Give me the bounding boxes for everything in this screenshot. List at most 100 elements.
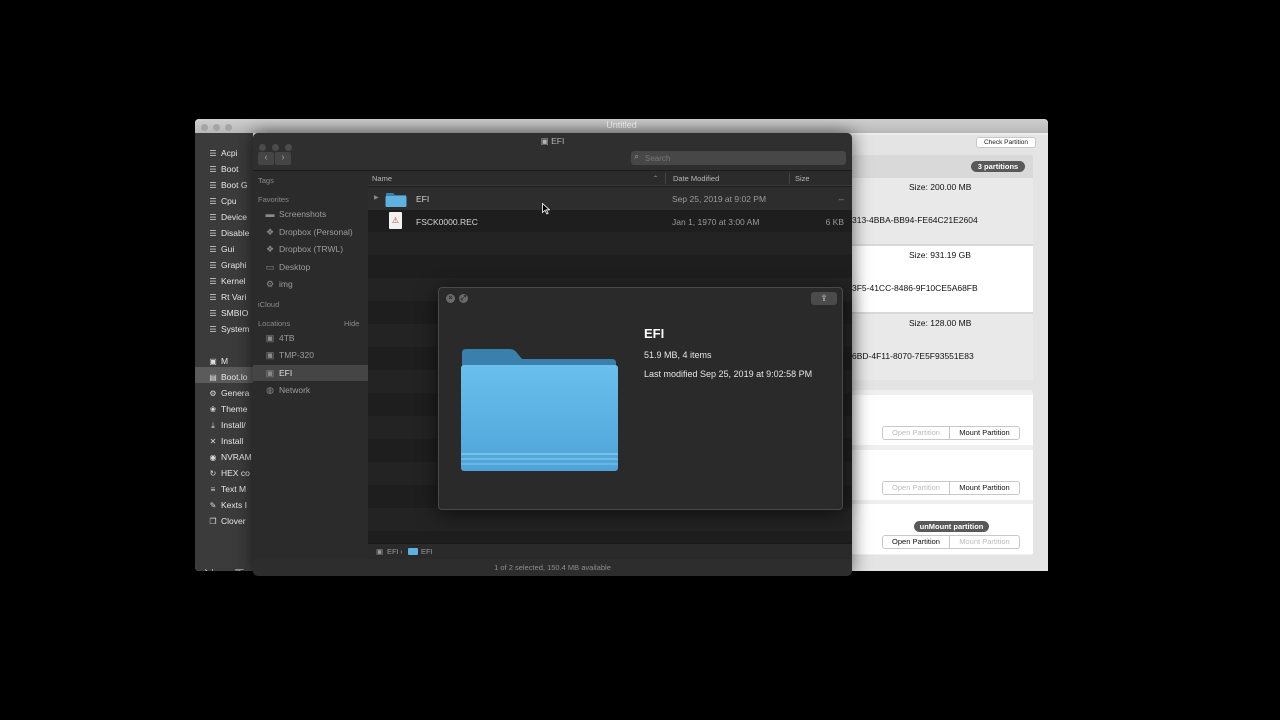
share-button[interactable]: ⇪ [811, 292, 837, 305]
sidebar-item-4tb[interactable]: ▣ 4TB [264, 333, 295, 344]
disk-icon: ▣ [376, 547, 384, 556]
search-input[interactable] [645, 152, 840, 164]
partition-guid: 3F5-41CC-8486-9F10CE5A68FB [852, 283, 978, 293]
sidebar-item-img[interactable]: ⚙ img [264, 279, 293, 290]
sidebar-item-tmp-320[interactable]: ▣ TMP-320 [264, 350, 314, 361]
copy-icon: ❐ [209, 517, 217, 526]
list-icon: ☰ [209, 261, 217, 270]
tools-icon: ✕ [209, 437, 217, 446]
chevron-right-icon: › [281, 152, 285, 163]
date-column-header[interactable]: Date Modified [673, 174, 719, 183]
sidebar-item-efi[interactable]: ▣ EFI [264, 368, 293, 379]
clover-sidebar-label: NVRAM [221, 452, 252, 462]
mount-partition-button[interactable]: Mount Partition [949, 535, 1020, 549]
finder-title-text: EFI [551, 136, 565, 146]
file-date: Sep 25, 2019 at 9:02 PM [672, 194, 767, 204]
column-header: Name ⌃ Date Modified Size [368, 171, 852, 186]
disk-icon: ▣ [209, 357, 217, 366]
finder-title: ▣ EFI [253, 136, 852, 147]
sidebar-item-dropbox-trwl[interactable]: ❖ Dropbox (TRWL) [264, 244, 343, 255]
open-partition-button[interactable]: Open Partition [882, 481, 950, 495]
doc-icon: ▤ [209, 373, 217, 382]
back-button[interactable]: ‹ [258, 152, 274, 165]
name-column-header[interactable]: Name [372, 174, 392, 183]
locations-header: Locations [258, 319, 291, 328]
list-icon: ☰ [209, 181, 217, 190]
mount-row: Open Partition Mount Partition [852, 395, 1033, 445]
clover-sidebar-label: Acpi [221, 148, 238, 158]
size-column-header[interactable]: Size [795, 174, 810, 183]
list-icon: ☰ [209, 197, 217, 206]
list-icon: ☰ [209, 229, 217, 238]
clover-sidebar-label: SMBIO [221, 308, 249, 318]
tags-header[interactable]: Tags [258, 176, 274, 185]
list-icon: ☰ [209, 325, 217, 334]
column-divider[interactable] [789, 173, 790, 184]
open-partition-button[interactable]: Open Partition [882, 535, 950, 549]
sidebar-item-network[interactable]: ◍ Network [264, 385, 310, 396]
disclosure-triangle-icon[interactable]: ▶ [374, 194, 379, 201]
open-partition-button[interactable]: Open Partition [882, 426, 950, 440]
hide-locations-link[interactable]: Hide [344, 319, 359, 328]
clover-sidebar-label: Boot.lo [221, 372, 248, 382]
partition-size: Size: 128.00 MB [909, 318, 972, 328]
chip-icon: ◉ [209, 453, 217, 462]
list-icon: ☰ [209, 309, 217, 318]
clover-sidebar-label: Genera [221, 388, 250, 398]
clover-sidebar-label: Gui [221, 244, 235, 254]
sidebar-item-dropbox-personal[interactable]: ❖ Dropbox (Personal) [264, 227, 353, 238]
clover-sidebar: ☰ Acpi ☰ Boot ☰ Boot G ☰ Cpu ☰ Device ☰ Disable ☰ Gui… [195, 133, 253, 571]
clover-sidebar-label: Rt Vari [221, 292, 247, 302]
palette-icon: ❀ [209, 405, 217, 414]
import-icon[interactable]: ⇲ [204, 567, 213, 571]
sidebar-item-label: Screenshots [279, 209, 327, 219]
clover-sidebar-label: Install/ [221, 420, 246, 430]
partition-row[interactable]: Size: 200.00 MB 313-4BBA-BB94-FE64C21E260… [852, 178, 1033, 244]
status-bar: 1 of 2 selected, 150.4 MB available [253, 559, 852, 576]
partition-row[interactable]: Size: 931.19 GB 3F5-41CC-8486-9F10CE5A68F… [852, 246, 1033, 312]
partition-size: Size: 200.00 MB [909, 182, 972, 192]
forward-button[interactable]: › [275, 152, 291, 165]
list-icon: ☰ [209, 293, 217, 302]
search-field[interactable]: ⌕ [631, 151, 846, 165]
dropbox-icon: ❖ [265, 226, 275, 237]
column-divider[interactable] [665, 173, 666, 184]
sidebar-item-desktop[interactable]: ▭ Desktop [264, 262, 310, 273]
dropbox-icon: ❖ [265, 244, 275, 254]
file-date: Jan 1, 1970 at 3:00 AM [672, 217, 760, 227]
fullscreen-icon[interactable]: ⤢ [459, 294, 468, 303]
folder-icon: ▬ [265, 209, 275, 219]
unmount-partition-badge[interactable]: unMount partition [914, 521, 989, 532]
minimize-dot[interactable] [213, 124, 220, 131]
path-separator: › [400, 547, 403, 556]
export-icon[interactable]: ⇱ [235, 567, 244, 571]
close-icon[interactable]: × [446, 294, 455, 303]
file-name: FSCK0000.REC [416, 217, 478, 227]
close-dot[interactable] [201, 124, 208, 131]
sidebar-item-label: Dropbox (TRWL) [279, 244, 344, 254]
clover-sidebar-label: Text M [221, 484, 247, 494]
disk-icon: ▣ [540, 136, 549, 146]
text-icon: ≡ [210, 485, 216, 494]
mount-row: Open Partition Mount Partition [852, 450, 1033, 500]
sidebar-item-label: Dropbox (Personal) [279, 226, 353, 237]
wrench-icon: ✎ [209, 501, 217, 510]
clover-sidebar-label: Device [221, 212, 247, 222]
disk-icon: ▣ [265, 333, 275, 343]
mount-partition-button[interactable]: Mount Partition [949, 426, 1020, 440]
check-partition-button[interactable]: Check Partition [976, 137, 1036, 148]
path-item-folder[interactable]: EFI [421, 547, 433, 556]
quicklook-title: EFI [644, 326, 665, 341]
table-row[interactable]: ▶ EFI Sep 25, 2019 at 9:02 PM -- [368, 187, 852, 210]
sort-up-icon: ⌃ [653, 176, 659, 182]
table-row[interactable]: ⚠ FSCK0000.REC Jan 1, 1970 at 3:00 AM 6 KB [368, 210, 852, 233]
file-size: -- [838, 194, 844, 204]
clover-sidebar-label: Boot G [221, 180, 248, 190]
path-item-disk[interactable]: EFI [387, 547, 399, 556]
zoom-dot[interactable] [225, 124, 232, 131]
partition-row[interactable]: Size: 128.00 MB 6BD-4F11-8070-7E5F93551E8… [852, 314, 1033, 380]
path-bar: ▣ EFI › EFI [368, 543, 852, 559]
mount-partition-button[interactable]: Mount Partition [949, 481, 1020, 495]
sidebar-item-screenshots[interactable]: ▬ Screenshots [264, 209, 327, 219]
clover-sidebar-label: M [221, 356, 229, 366]
